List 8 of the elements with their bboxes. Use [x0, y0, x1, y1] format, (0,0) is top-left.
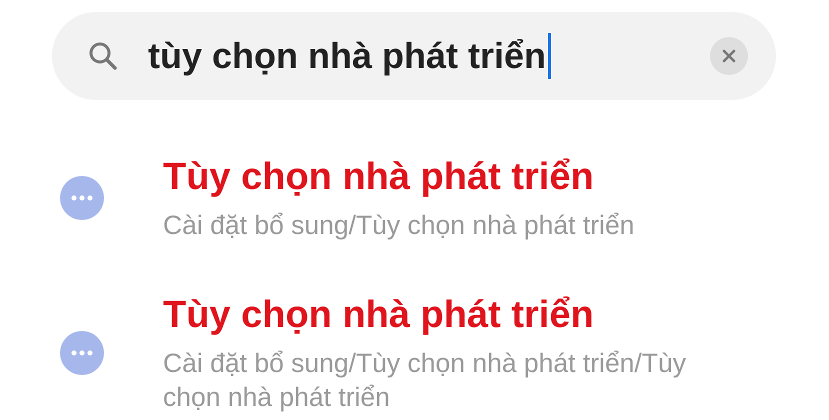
- close-icon: [722, 49, 736, 63]
- clear-button[interactable]: [710, 37, 748, 75]
- result-path: Cài đặt bổ sung/Tùy chọn nhà phát triển: [163, 209, 636, 242]
- more-icon: [60, 176, 104, 220]
- result-title[interactable]: Tùy chọn nhà phát triển: [163, 292, 738, 338]
- result-title[interactable]: Tùy chọn nhà phát triển: [163, 154, 738, 200]
- result-path: Cài đặt bổ sung/Tùy chọn nhà phát triển/Tùy chọn nhà phát triển: [163, 347, 687, 414]
- more-icon: [60, 331, 104, 375]
